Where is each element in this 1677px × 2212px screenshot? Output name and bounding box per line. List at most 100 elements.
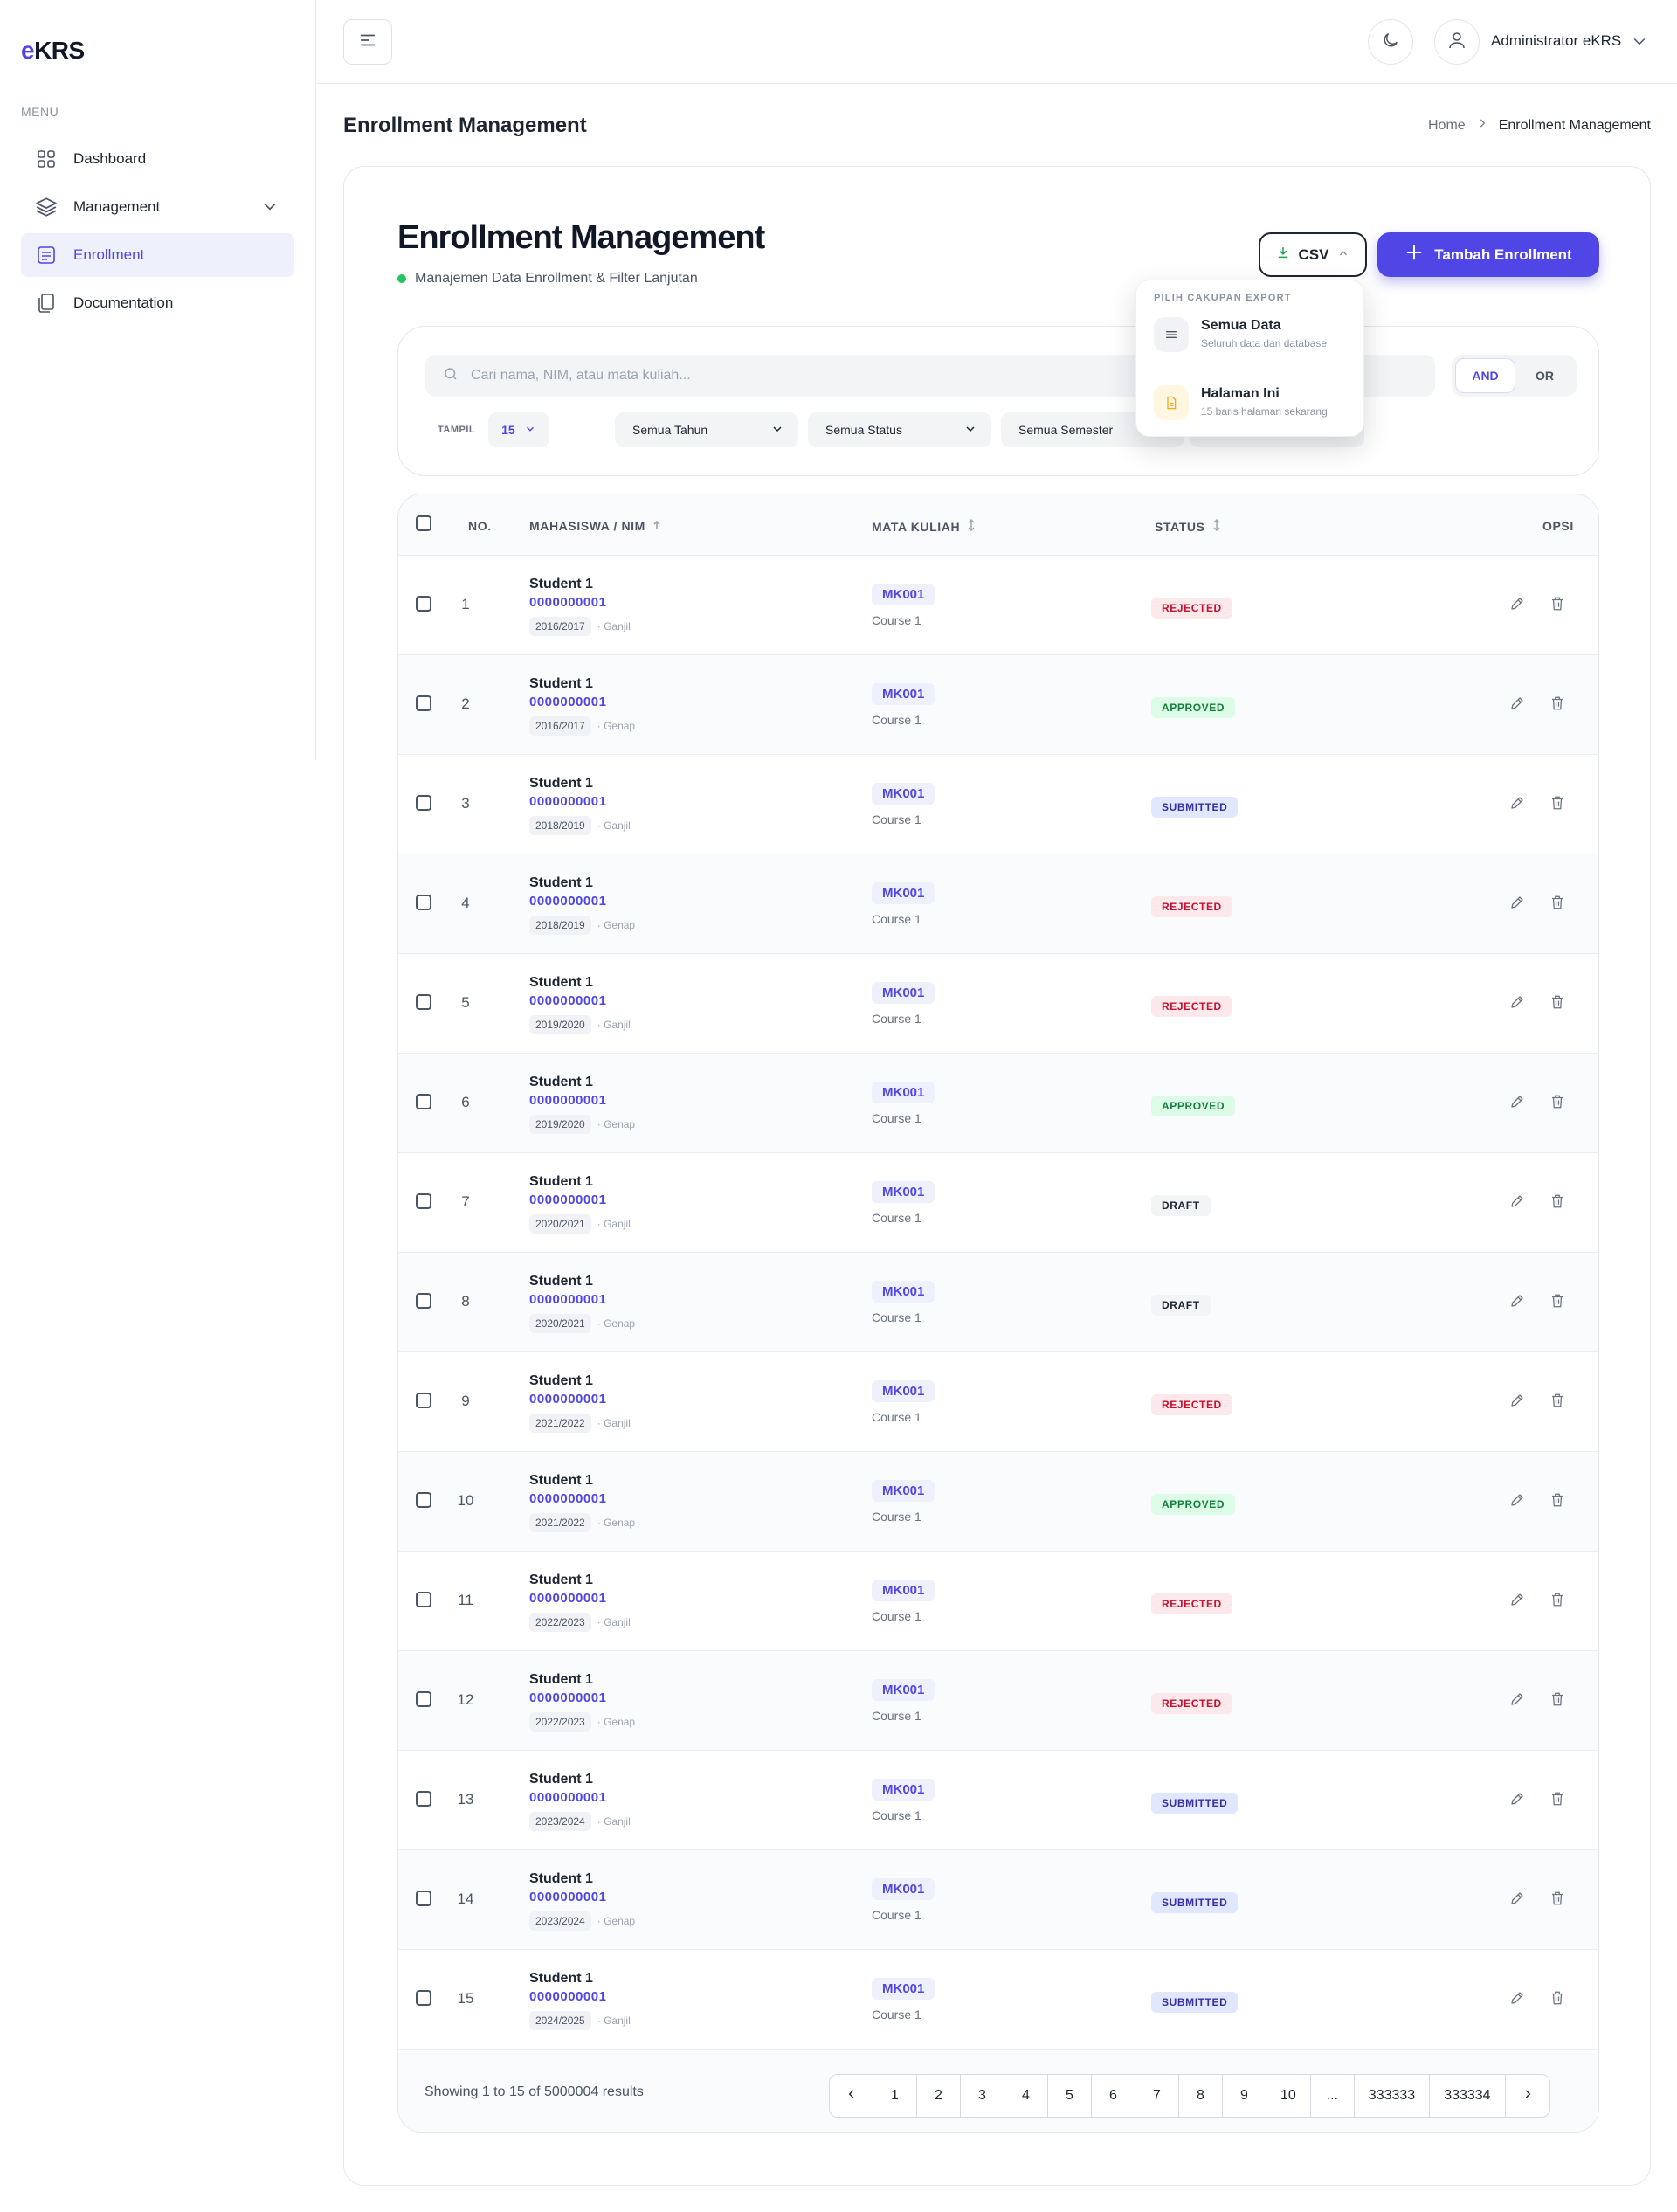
- pagination-page[interactable]: 2: [917, 2075, 961, 2117]
- student-nim[interactable]: 0000000001: [529, 1292, 606, 1307]
- trash-icon[interactable]: [1549, 1791, 1565, 1811]
- student-nim[interactable]: 0000000001: [529, 1192, 606, 1207]
- trash-icon[interactable]: [1549, 1492, 1565, 1512]
- trash-icon[interactable]: [1549, 994, 1565, 1014]
- edit-icon[interactable]: [1509, 994, 1525, 1014]
- trash-icon[interactable]: [1549, 895, 1565, 915]
- breadcrumb-home[interactable]: Home: [1428, 118, 1466, 134]
- row-checkbox[interactable]: [416, 1691, 431, 1707]
- trash-icon[interactable]: [1549, 1990, 1565, 2010]
- edit-icon[interactable]: [1509, 1193, 1525, 1213]
- theme-toggle-button[interactable]: [1368, 19, 1413, 65]
- row-checkbox[interactable]: [416, 1990, 431, 2006]
- pagination-prev-button[interactable]: [830, 2075, 873, 2117]
- export-page-option[interactable]: Halaman Ini 15 baris halaman sekarang: [1154, 385, 1328, 420]
- row-checkbox[interactable]: [416, 1791, 431, 1807]
- student-nim[interactable]: 0000000001: [529, 1591, 606, 1606]
- trash-icon[interactable]: [1549, 1094, 1565, 1114]
- rows-per-page-select[interactable]: 15: [488, 412, 549, 447]
- course-name: Course 1: [872, 1709, 921, 1723]
- edit-icon[interactable]: [1509, 1094, 1525, 1114]
- year-filter-select[interactable]: Semua Tahun: [615, 412, 798, 447]
- app-logo[interactable]: eKRS: [21, 37, 85, 65]
- edit-icon[interactable]: [1509, 1691, 1525, 1711]
- pagination-page[interactable]: 333333: [1355, 2075, 1431, 2117]
- row-checkbox[interactable]: [416, 1891, 431, 1906]
- edit-icon[interactable]: [1509, 1592, 1525, 1612]
- pagination-page[interactable]: 8: [1179, 2075, 1223, 2117]
- trash-icon[interactable]: [1549, 695, 1565, 715]
- sidebar-item-dashboard[interactable]: Dashboard: [21, 137, 294, 181]
- sidebar-toggle-button[interactable]: [343, 19, 392, 65]
- pagination-next-button[interactable]: [1506, 2075, 1549, 2117]
- student-nim[interactable]: 0000000001: [529, 1690, 606, 1705]
- select-all-checkbox[interactable]: [416, 515, 431, 531]
- pagination-page[interactable]: 6: [1092, 2075, 1135, 2117]
- export-all-option[interactable]: Semua Data Seluruh data dari database: [1154, 317, 1327, 352]
- student-nim[interactable]: 0000000001: [529, 595, 606, 610]
- row-checkbox[interactable]: [416, 1094, 431, 1109]
- student-nim[interactable]: 0000000001: [529, 1491, 606, 1506]
- edit-icon[interactable]: [1509, 795, 1525, 815]
- edit-icon[interactable]: [1509, 596, 1525, 616]
- student-nim[interactable]: 0000000001: [529, 1890, 606, 1904]
- pagination-page[interactable]: 10: [1266, 2075, 1311, 2117]
- pagination-page[interactable]: 4: [1004, 2075, 1048, 2117]
- trash-icon[interactable]: [1549, 1293, 1565, 1313]
- edit-icon[interactable]: [1509, 695, 1525, 715]
- edit-icon[interactable]: [1509, 1990, 1525, 2010]
- trash-icon[interactable]: [1549, 596, 1565, 616]
- user-name[interactable]: Administrator eKRS: [1491, 32, 1621, 50]
- student-nim[interactable]: 0000000001: [529, 894, 606, 909]
- edit-icon[interactable]: [1509, 1791, 1525, 1811]
- trash-icon[interactable]: [1549, 1193, 1565, 1213]
- row-checkbox[interactable]: [416, 695, 431, 711]
- status-filter-select[interactable]: Semua Status: [808, 412, 991, 447]
- student-nim[interactable]: 0000000001: [529, 1989, 606, 2004]
- edit-icon[interactable]: [1509, 1891, 1525, 1911]
- edit-icon[interactable]: [1509, 1393, 1525, 1413]
- header-status[interactable]: STATUS: [1155, 519, 1221, 534]
- logic-or-button[interactable]: OR: [1515, 358, 1574, 393]
- sidebar-item-documentation[interactable]: Documentation: [21, 281, 294, 325]
- header-mata-kuliah[interactable]: MATA KULIAH: [872, 519, 976, 534]
- row-checkbox[interactable]: [416, 1193, 431, 1209]
- row-checkbox[interactable]: [416, 596, 431, 612]
- chevron-down-icon[interactable]: [1631, 32, 1648, 54]
- student-nim[interactable]: 0000000001: [529, 1790, 606, 1805]
- row-checkbox[interactable]: [416, 1592, 431, 1607]
- edit-icon[interactable]: [1509, 1293, 1525, 1313]
- trash-icon[interactable]: [1549, 795, 1565, 815]
- chevron-down-icon[interactable]: [261, 197, 279, 219]
- row-checkbox[interactable]: [416, 1393, 431, 1408]
- row-checkbox[interactable]: [416, 795, 431, 811]
- row-checkbox[interactable]: [416, 1492, 431, 1508]
- row-checkbox[interactable]: [416, 1293, 431, 1309]
- student-nim[interactable]: 0000000001: [529, 1093, 606, 1108]
- sidebar-item-management[interactable]: Management: [21, 185, 294, 229]
- pagination-page[interactable]: 5: [1048, 2075, 1092, 2117]
- pagination-page[interactable]: 333334: [1430, 2075, 1506, 2117]
- add-enrollment-button[interactable]: Tambah Enrollment: [1377, 232, 1599, 277]
- trash-icon[interactable]: [1549, 1393, 1565, 1413]
- student-nim[interactable]: 0000000001: [529, 695, 606, 709]
- header-mahasiswa[interactable]: MAHASISWA / NIM: [529, 519, 661, 533]
- student-nim[interactable]: 0000000001: [529, 794, 606, 809]
- edit-icon[interactable]: [1509, 1492, 1525, 1512]
- trash-icon[interactable]: [1549, 1592, 1565, 1612]
- row-checkbox[interactable]: [416, 994, 431, 1010]
- avatar[interactable]: [1434, 19, 1480, 65]
- student-nim[interactable]: 0000000001: [529, 1392, 606, 1407]
- sidebar-item-enrollment[interactable]: Enrollment: [21, 233, 294, 277]
- row-checkbox[interactable]: [416, 895, 431, 910]
- trash-icon[interactable]: [1549, 1891, 1565, 1911]
- pagination-page[interactable]: 1: [873, 2075, 917, 2117]
- pagination-page[interactable]: 7: [1135, 2075, 1179, 2117]
- csv-export-button[interactable]: CSV: [1259, 232, 1367, 277]
- logic-and-button[interactable]: AND: [1455, 358, 1515, 393]
- pagination-page[interactable]: 3: [961, 2075, 1004, 2117]
- student-nim[interactable]: 0000000001: [529, 993, 606, 1008]
- edit-icon[interactable]: [1509, 895, 1525, 915]
- trash-icon[interactable]: [1549, 1691, 1565, 1711]
- pagination-page[interactable]: 9: [1223, 2075, 1266, 2117]
